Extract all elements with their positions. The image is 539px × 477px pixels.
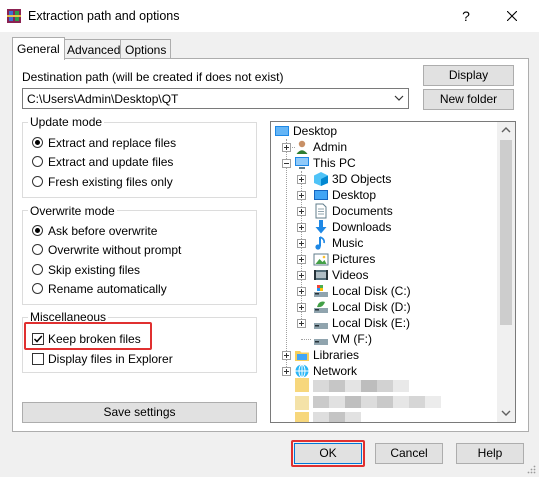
close-button[interactable] (494, 4, 530, 28)
desktop-icon (314, 190, 328, 200)
radio-label: Fresh existing files only (48, 175, 173, 189)
tree-expander[interactable] (297, 287, 306, 296)
tree-item-label: Pictures (332, 252, 376, 266)
drive-icon (314, 285, 328, 297)
drive-icon (314, 339, 328, 345)
radio-label: Skip existing files (48, 263, 141, 277)
tab-general[interactable]: General (12, 37, 65, 60)
radio-label: Rename automatically (48, 282, 167, 296)
download-icon (315, 220, 327, 234)
destination-path-label: Destination path (will be created if doe… (22, 70, 284, 84)
tree-expander[interactable] (297, 319, 306, 328)
tree-expander[interactable] (282, 351, 291, 360)
display-button[interactable]: Display (423, 65, 514, 86)
libraries-icon (295, 351, 309, 361)
radio-label: Extract and replace files (48, 136, 177, 150)
tree-expander[interactable] (282, 159, 291, 168)
cancel-button[interactable]: Cancel (375, 443, 443, 464)
blurred-folder-entries (295, 378, 441, 422)
tree-expander[interactable] (297, 303, 306, 312)
cube-icon (314, 172, 328, 186)
tree-item-label: Admin (313, 140, 348, 154)
checkbox-indicator (32, 333, 44, 345)
chevron-down-icon (394, 95, 404, 101)
pictures-icon (313, 253, 329, 266)
tree-item-label: Desktop (293, 124, 338, 138)
title-bar: Extraction path and options ? (0, 0, 539, 32)
document-icon (315, 203, 327, 219)
tree-item-label: Music (332, 236, 364, 250)
checkbox-label: Display files in Explorer (48, 352, 173, 366)
video-icon (314, 270, 328, 280)
computer-icon (295, 157, 309, 169)
desktop-icon (275, 126, 289, 136)
scroll-down-icon[interactable] (501, 409, 511, 417)
tree-expander[interactable] (297, 239, 306, 248)
checkbox-indicator (32, 353, 44, 365)
tree-item-label: Downloads (332, 220, 392, 234)
radio-indicator (32, 283, 43, 294)
checkmark-icon (33, 335, 43, 343)
radio-indicator (32, 244, 43, 255)
tree-expander[interactable] (297, 223, 306, 232)
radio-label: Overwrite without prompt (48, 243, 182, 257)
tree-item-label: Desktop (332, 188, 377, 202)
music-icon (315, 236, 325, 250)
resize-grip-icon[interactable] (526, 464, 536, 474)
tree-item-label: This PC (313, 156, 356, 170)
help-button[interactable]: Help (456, 443, 524, 464)
tree-item-label: Documents (332, 204, 393, 218)
radio-label: Ask before overwrite (48, 224, 158, 238)
drive-icon (314, 301, 328, 313)
tab-options[interactable]: Options (120, 39, 172, 60)
tree-connector (286, 139, 287, 373)
tree-expander[interactable] (297, 271, 306, 280)
tree-expander[interactable] (297, 191, 306, 200)
close-icon (507, 11, 517, 21)
scroll-up-icon[interactable] (501, 126, 511, 134)
ok-highlight (291, 440, 365, 467)
tab-advanced[interactable]: Advanced (62, 39, 126, 60)
tree-expander[interactable] (297, 175, 306, 184)
tree-item-label: Local Disk (E:) (332, 316, 411, 330)
tree-expander[interactable] (282, 367, 291, 376)
tree-item-label: Videos (332, 268, 369, 282)
tree-item-label: VM (F:) (332, 332, 372, 346)
drive-icon (314, 323, 328, 329)
radio-indicator (32, 176, 43, 187)
window-title: Extraction path and options (28, 9, 180, 23)
tree-expander[interactable] (297, 207, 306, 216)
radio-indicator (32, 137, 43, 148)
tree-item-label: Libraries (313, 348, 360, 362)
winrar-icon (7, 9, 21, 23)
tree-item-label: Local Disk (C:) (332, 284, 411, 298)
destination-path-combo[interactable]: C:\Users\Admin\Desktop\QT (22, 88, 409, 109)
radio-label: Extract and update files (48, 155, 174, 169)
tree-item-label: 3D Objects (332, 172, 392, 186)
update-mode-title: Update mode (28, 115, 105, 129)
radio-indicator (32, 225, 43, 236)
checkbox-label: Keep broken files (48, 332, 141, 346)
tree-connector (301, 339, 311, 340)
radio-indicator (32, 264, 43, 275)
new-folder-button[interactable]: New folder (423, 89, 514, 110)
tree-item-label: Local Disk (D:) (332, 300, 411, 314)
folder-tree[interactable]: Desktop Admin This PC 3D Objects Desktop (270, 121, 516, 423)
radio-indicator (32, 156, 43, 167)
tree-expander[interactable] (297, 255, 306, 264)
save-settings-button[interactable]: Save settings (22, 402, 257, 423)
tree-scrollbar-thumb[interactable] (500, 140, 512, 325)
tree-expander[interactable] (282, 143, 291, 152)
user-icon (296, 140, 308, 154)
help-title-button[interactable]: ? (448, 4, 484, 28)
overwrite-mode-title: Overwrite mode (28, 204, 117, 218)
destination-path-value: C:\Users\Admin\Desktop\QT (27, 92, 179, 106)
